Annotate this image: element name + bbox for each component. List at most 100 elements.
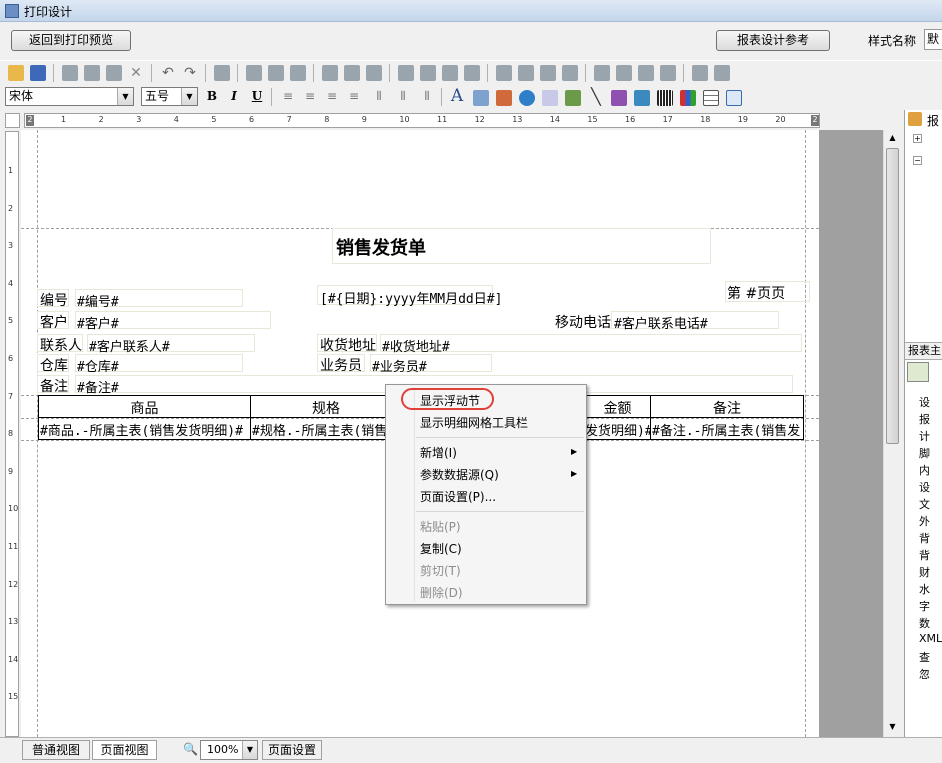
chart-tool-icon[interactable] [680,90,696,106]
v-space-increase-icon[interactable] [616,65,632,81]
vertical-scrollbar[interactable]: ▲ ▼ [883,130,900,737]
menu-item-param-datasource[interactable]: 参数数据源(Q) [420,466,499,483]
tab-page-view[interactable]: 页面视图 [92,740,157,760]
tree-root-label[interactable]: 报 [927,112,939,129]
redo-icon[interactable]: ↷ [182,65,198,81]
property-item[interactable]: XML [919,632,942,645]
page-number-label[interactable]: 第 #页页 [727,283,785,303]
property-item[interactable]: 忽 [919,666,930,682]
style-name-combo[interactable]: 默 [924,29,942,50]
chevron-down-icon[interactable]: ▼ [242,741,257,759]
grid-cell-spec[interactable]: #规格.-所属主表(销售 [252,420,402,439]
scroll-thumb[interactable] [886,148,899,444]
grid-cell-amount[interactable]: 发货明细)# [585,420,650,439]
grid-header-remark[interactable]: 备注 [651,398,803,418]
h-space-increase-icon[interactable] [518,65,534,81]
text-align-right-icon[interactable]: ≡ [323,88,341,105]
text-align-center-icon[interactable]: ≡ [301,88,319,105]
property-item[interactable]: 背 [919,547,930,563]
chevron-down-icon[interactable]: ▼ [181,88,197,105]
field-label-salesman[interactable]: 业务员 [320,355,362,375]
grid-cell-product[interactable]: #商品.-所属主表(销售发货明细)# [40,420,250,439]
bold-button[interactable]: B [203,88,221,105]
clock-tool-icon[interactable] [519,90,535,106]
bring-front-icon[interactable] [692,65,708,81]
text-valign-top-icon[interactable]: ⦀ [370,88,388,105]
property-item[interactable]: 文 [919,496,930,512]
text-valign-bottom-icon[interactable]: ⦀ [418,88,436,105]
align-left-icon[interactable] [246,65,262,81]
text-tool-icon[interactable]: A [448,88,466,105]
underline-button[interactable]: U [248,88,266,105]
property-item[interactable]: 字 [919,598,930,614]
tree-expand-icon[interactable]: + [913,134,922,143]
field-label-address[interactable]: 收货地址 [320,335,376,355]
menu-item-new[interactable]: 新增(I) [420,444,457,461]
barcode-tool-icon[interactable] [657,90,673,106]
menu-item-show-floating-section[interactable]: 显示浮动节 [420,392,480,409]
h-space-remove-icon[interactable] [562,65,578,81]
align-bottom-icon[interactable] [366,65,382,81]
field-label-number[interactable]: 编号 [40,290,68,310]
property-item[interactable]: 报 [919,411,930,427]
line-tool-icon[interactable]: ╲ [587,88,605,105]
report-design-reference-button[interactable]: 报表设计参考 [716,30,830,51]
send-back-icon[interactable] [714,65,730,81]
tree-collapse-icon[interactable]: − [913,156,922,165]
text-align-left-icon[interactable]: ≡ [279,88,297,105]
same-size-icon[interactable] [442,65,458,81]
property-item[interactable]: 财 [919,564,930,580]
grid-cell-remark[interactable]: #备注.-所属主表(销售发 [652,420,803,439]
page-setup-button[interactable]: 页面设置 [262,740,322,760]
property-item[interactable]: 计 [919,428,930,444]
h-space-equal-icon[interactable] [496,65,512,81]
property-item[interactable]: 数 [919,615,930,631]
page-number-icon[interactable] [542,90,558,106]
field-value-contact[interactable]: #客户联系人# [89,336,170,355]
field-value-remark[interactable]: #备注# [77,377,119,396]
image-tool-icon[interactable] [634,90,650,106]
property-item[interactable]: 内 [919,462,930,478]
fit-icon[interactable] [464,65,480,81]
report-title[interactable]: 销售发货单 [336,234,426,260]
v-space-equal-icon[interactable] [594,65,610,81]
menu-item-copy[interactable]: 复制(C) [420,540,462,557]
paste-icon[interactable] [106,65,122,81]
field-label-customer[interactable]: 客户 [40,312,68,332]
open-icon[interactable] [8,65,24,81]
cut-icon[interactable] [62,65,78,81]
grid-header-spec[interactable]: 规格 [251,398,401,418]
text-valign-middle-icon[interactable]: ⦀ [394,88,412,105]
function-tool-icon[interactable] [496,90,512,106]
shape-tool-icon[interactable] [565,90,581,106]
field-label-remark[interactable]: 备注 [40,376,68,396]
property-item[interactable]: 设 [919,394,930,410]
grid-tool-icon[interactable] [703,90,719,106]
text-justify-icon[interactable]: ≡ [345,88,363,105]
field-value-customer[interactable]: #客户# [77,313,119,332]
chevron-down-icon[interactable]: ▼ [117,88,133,105]
v-space-remove-icon[interactable] [660,65,676,81]
back-to-preview-button[interactable]: 返回到打印预览 [11,30,131,51]
align-right-icon[interactable] [290,65,306,81]
field-label-contact[interactable]: 联系人 [40,335,82,355]
scroll-down-icon[interactable]: ▼ [885,719,900,735]
categorized-icon[interactable] [907,362,929,382]
menu-item-page-setup[interactable]: 页面设置(P)... [420,488,496,505]
align-middle-icon[interactable] [344,65,360,81]
h-space-decrease-icon[interactable] [540,65,556,81]
grid-header-amount[interactable]: 金额 [585,398,650,418]
property-item[interactable]: 脚 [919,445,930,461]
field-label-warehouse[interactable]: 仓库 [40,355,68,375]
v-space-decrease-icon[interactable] [638,65,654,81]
property-item[interactable]: 水 [919,581,930,597]
select-all-icon[interactable] [214,65,230,81]
align-top-icon[interactable] [322,65,338,81]
subreport-tool-icon[interactable] [726,90,742,106]
property-item[interactable]: 背 [919,530,930,546]
date-field[interactable]: [#{日期}:yyyy年MM月dd日#] [320,288,502,307]
scroll-up-icon[interactable]: ▲ [885,130,900,146]
italic-button[interactable]: I [225,88,243,105]
undo-icon[interactable]: ↶ [160,65,176,81]
grid-header-product[interactable]: 商品 [39,398,250,418]
